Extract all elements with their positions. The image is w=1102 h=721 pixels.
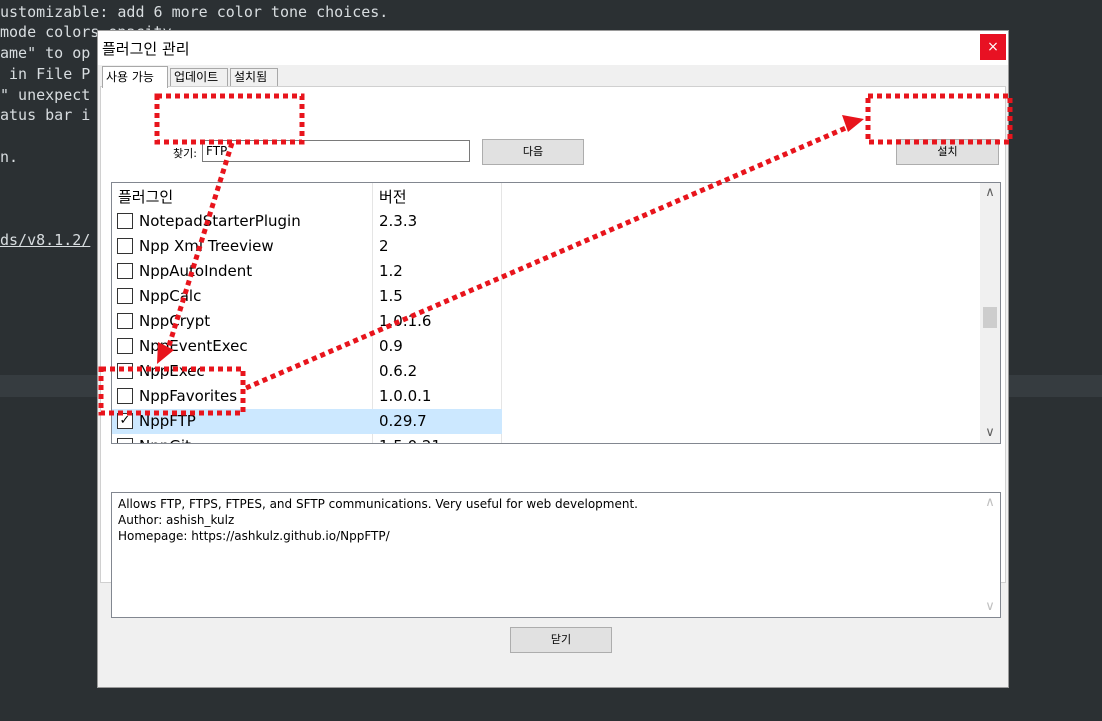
plugin-row[interactable]: NppFavorites 1.0.0.1 <box>112 384 502 409</box>
checkbox[interactable] <box>117 438 133 443</box>
checked-checkbox[interactable]: ✓ <box>117 413 133 429</box>
code-line: in File P <box>0 65 91 83</box>
dialog-title: 플러그인 관리 <box>102 40 190 58</box>
install-button[interactable]: 설치 <box>896 139 999 165</box>
close-button[interactable]: 닫기 <box>510 627 612 653</box>
checkbox[interactable] <box>117 363 133 379</box>
column-header-version[interactable]: 버전 <box>379 186 407 207</box>
next-button[interactable]: 다음 <box>482 139 584 165</box>
plugin-row[interactable]: NotepadStarterPlugin 2.3.3 <box>112 209 502 234</box>
tab-installed[interactable]: 설치됨 <box>230 68 278 86</box>
tab-available[interactable]: 사용 가능 <box>102 66 168 88</box>
plugin-version: 0.9 <box>379 337 403 355</box>
code-line: ame" to op <box>0 44 91 62</box>
checkbox[interactable] <box>117 263 133 279</box>
code-line: " unexpect <box>0 86 91 104</box>
plugin-name: NppExec <box>139 362 205 380</box>
code-line: n. <box>0 148 19 166</box>
code-line: ustomizable: add 6 more color tone choic… <box>0 3 389 21</box>
plugin-version: 2 <box>379 237 389 255</box>
checkbox[interactable] <box>117 388 133 404</box>
plugin-row[interactable]: NppAutoIndent 1.2 <box>112 259 502 284</box>
code-link-line[interactable]: ds/v8.1.2/ <box>0 230 90 250</box>
plugin-row[interactable]: NppCrypt 1.0.1.6 <box>112 309 502 334</box>
scroll-up-icon[interactable]: ∧ <box>980 183 1000 203</box>
list-scrollbar[interactable]: ∧ ∨ <box>980 183 1000 443</box>
description-scrollbar[interactable]: ∧ ∨ <box>980 493 1000 617</box>
plugin-version: 0.6.2 <box>379 362 418 380</box>
list-header: 플러그인 버전 <box>112 183 502 209</box>
plugin-version: 1.2 <box>379 262 403 280</box>
plugin-name: NppAutoIndent <box>139 262 253 280</box>
plugins-admin-dialog: 플러그인 관리 × 사용 가능 업데이트 설치됨 찾기: 다음 설치 플러그인 … <box>97 30 1009 688</box>
plugin-row[interactable]: Npp Xml Treeview 2 <box>112 234 502 259</box>
description-line: Allows FTP, FTPS, FTPES, and SFTP commun… <box>118 497 638 511</box>
scroll-down-icon[interactable]: ∨ <box>980 597 1000 617</box>
plugin-name: NppFTP <box>139 412 196 430</box>
scroll-up-icon[interactable]: ∧ <box>980 493 1000 513</box>
column-header-plugin[interactable]: 플러그인 <box>118 186 173 207</box>
plugin-name: NppCrypt <box>139 312 211 330</box>
plugin-row[interactable]: NppGit 1.5.0.21 <box>112 434 502 443</box>
plugin-name: NotepadStarterPlugin <box>139 212 301 230</box>
plugin-version: 1.5.0.21 <box>379 437 441 443</box>
checkbox[interactable] <box>117 213 133 229</box>
plugin-version: 1.5 <box>379 287 403 305</box>
dialog-titlebar[interactable]: 플러그인 관리 × <box>98 31 1008 65</box>
plugin-name: NppGit <box>139 437 191 443</box>
tab-panel-available: 찾기: 다음 설치 플러그인 버전 NotepadStarterPlugin 2.… <box>100 86 1006 618</box>
code-line: atus bar i <box>0 106 91 124</box>
search-input[interactable] <box>202 140 470 162</box>
plugin-version: 1.0.0.1 <box>379 387 432 405</box>
plugin-row[interactable]: ✓ NppFTP 0.29.7 <box>112 409 502 434</box>
plugin-version: 2.3.3 <box>379 212 418 230</box>
scroll-down-icon[interactable]: ∨ <box>980 423 1000 443</box>
scroll-thumb[interactable] <box>983 307 997 328</box>
plugin-row[interactable]: NppExec 0.6.2 <box>112 359 502 384</box>
plugin-description: Allows FTP, FTPS, FTPES, and SFTP commun… <box>111 492 1001 618</box>
checkbox[interactable] <box>117 338 133 354</box>
plugin-row[interactable]: NppEventExec 0.9 <box>112 334 502 359</box>
checkbox[interactable] <box>117 238 133 254</box>
plugin-version: 1.0.1.6 <box>379 312 432 330</box>
search-label: 찾기: <box>173 147 197 160</box>
close-icon[interactable]: × <box>980 34 1006 60</box>
plugin-name: NppCalc <box>139 287 202 305</box>
plugin-row[interactable]: NppCalc 1.5 <box>112 284 502 309</box>
plugin-version: 0.29.7 <box>379 412 427 430</box>
plugin-list[interactable]: 플러그인 버전 NotepadStarterPlugin 2.3.3 Npp Xml… <box>111 182 1001 444</box>
plugin-name: NppEventExec <box>139 337 248 355</box>
description-author: Author: ashish_kulz <box>118 513 235 527</box>
tab-updates[interactable]: 업데이트 <box>170 68 228 86</box>
checkbox[interactable] <box>117 313 133 329</box>
checkbox[interactable] <box>117 288 133 304</box>
plugin-name: Npp Xml Treeview <box>139 237 274 255</box>
description-homepage: Homepage: https://ashkulz.github.io/NppF… <box>118 529 390 543</box>
plugin-name: NppFavorites <box>139 387 238 405</box>
